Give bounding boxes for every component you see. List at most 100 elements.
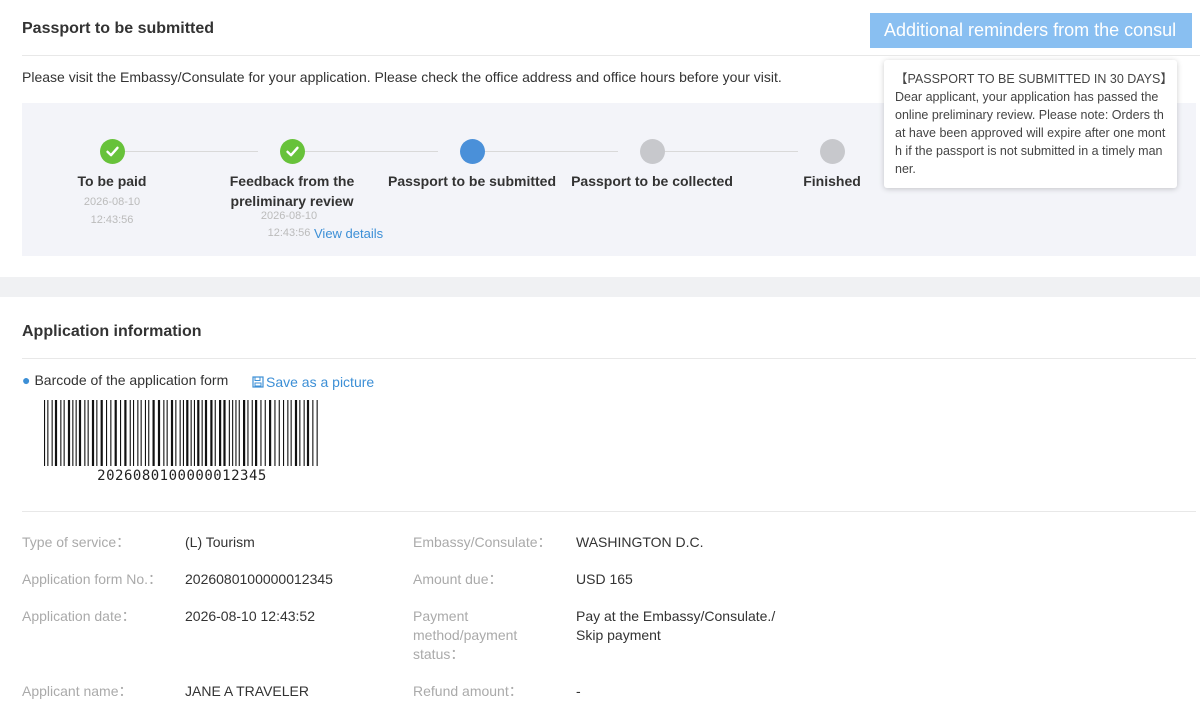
step-feedback: Feedback from the preliminary review [202,139,382,211]
barcode-bar [170,400,174,466]
embassy-label: Embassy/Consulate： [413,534,552,550]
barcode-bar [223,400,226,466]
status-card: Passport to be submitted Additional remi… [0,0,1200,277]
barcode-bar [303,400,305,466]
barcode-bar [274,400,276,466]
barcode-bar [63,400,65,466]
visit-notice: Please visit the Embassy/Consulate for y… [22,69,782,85]
barcode-bar [204,400,208,466]
form-no-label: Application form No.： [22,571,163,587]
barcode-bar [312,400,314,466]
barcode-bar [235,400,237,466]
view-details-link[interactable]: View details [314,226,383,241]
barcode-bar [75,400,77,466]
check-icon [279,139,305,164]
barcode-bar [129,400,131,466]
barcode-bar [140,400,142,466]
barcode-bar [260,400,262,466]
amount-due-label: Amount due： [413,571,503,587]
barcode-bar [193,400,195,466]
barcode-bar [251,400,253,466]
step-label: To be paid [77,173,147,189]
divider [22,511,1196,512]
application-title: Application information [22,323,202,340]
barcode-bar [243,400,246,466]
barcode-bar [144,400,146,466]
barcode-bar [54,400,58,466]
bullet-icon: ● [22,372,31,388]
save-icon [252,376,264,388]
save-as-picture-link[interactable]: Save as a picture [252,374,374,390]
applicant-name-label: Applicant name： [22,683,133,699]
barcode-bar [137,400,139,466]
barcode-bar [152,400,155,466]
refund-amount-label: Refund amount： [413,683,523,699]
barcode-bar [124,400,127,466]
type-of-service-value: (L) Tourism [185,534,255,550]
barcode-label: ● Barcode of the application form [22,372,229,388]
step-label: Feedback from the preliminary review [229,173,355,209]
barcode-bar [120,400,122,466]
status-title: Passport to be submitted [22,20,215,37]
barcode-bar [179,400,181,466]
app-date-value: 2026-08-10 12:43:52 [185,608,315,624]
save-as-picture-label: Save as a picture [266,374,375,390]
barcode-bar [287,400,289,466]
barcode-bar [269,400,272,466]
step-passport-submitted: Passport to be submitted [382,139,562,191]
barcode-bar [210,400,213,466]
reminder-tooltip: 【PASSPORT TO BE SUBMITTED IN 30 DAYS】Dea… [884,60,1177,188]
type-of-service-label: Type of service： [22,534,131,550]
barcode-bar [84,400,86,466]
divider [22,358,1196,359]
barcode-bar [163,400,165,466]
payment-value: Skip payment [576,627,661,643]
barcode-bar [91,400,95,466]
additional-reminders-button[interactable]: Additional reminders from the consul [870,13,1192,48]
barcode-bar [133,400,135,466]
barcode-bar [201,400,203,466]
barcode-bar [219,400,222,466]
barcode-bar [100,400,103,466]
barcode-bar [283,400,285,466]
barcode-number: 2026080100000012345 [97,468,267,484]
barcode-bar [299,400,301,466]
barcode-bar [96,400,98,466]
payment-label: status： [413,646,465,662]
application-card: Application information ● Barcode of the … [0,297,1200,720]
app-date-label: Application date： [22,608,136,624]
barcode-bar [67,400,71,466]
barcode-bar [228,400,230,466]
payment-label: method/payment [413,627,518,643]
barcode-bar [51,400,53,466]
barcode-bar [44,400,46,466]
barcode-image [44,400,318,466]
barcode-bar [148,400,150,466]
barcode-bar [60,400,62,466]
barcode-bar [114,400,117,466]
barcode-bar [110,400,112,466]
form-no-value: 2026080100000012345 [185,571,333,587]
check-icon [99,139,125,164]
step-label: Passport to be submitted [387,173,557,189]
step-label: Passport to be collected [571,173,733,189]
divider [22,55,1200,56]
barcode-bar [306,400,310,466]
step-to-be-paid: To be paid 2026-08-10 12:43:56 [22,139,202,229]
pending-step-dot [819,139,845,164]
payment-value: Pay at the Embassy/Consulate./ [576,608,776,624]
barcode-bar [78,400,82,466]
barcode-bar [238,400,240,466]
tooltip-text: 【PASSPORT TO BE SUBMITTED IN 30 DAYS】Dea… [895,72,1167,176]
step-time: 2026-08-10 12:43:56 [83,196,141,226]
barcode-bar [247,400,249,466]
step-passport-collected: Passport to be collected [562,139,742,191]
applicant-name-value: JANE A TRAVELER [185,683,309,699]
barcode-bar [255,400,258,466]
barcode-bar [278,400,280,466]
barcode-bar [106,400,108,466]
barcode-bar [72,400,74,466]
barcode-bar [157,400,161,466]
barcode-bar [87,400,89,466]
barcode-bar [175,400,177,466]
